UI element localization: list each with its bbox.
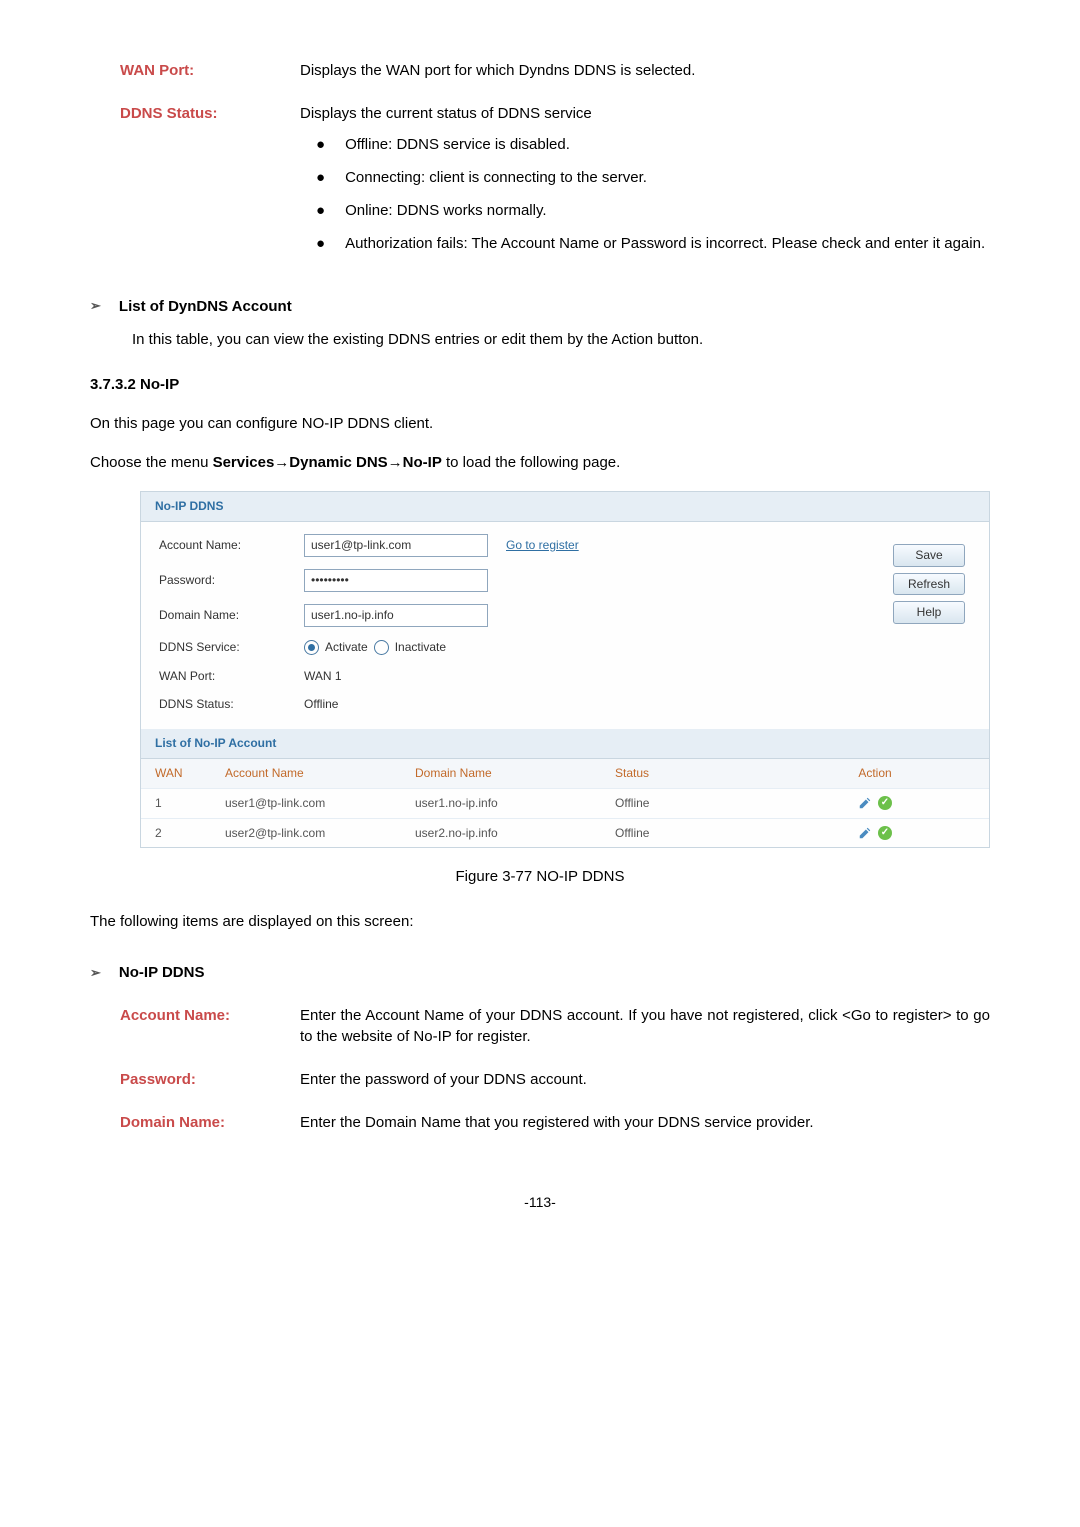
domain-name-field-label: Domain Name: <box>120 1112 300 1133</box>
account-name-input[interactable]: user1@tp-link.com <box>304 534 488 557</box>
cell-wan: 1 <box>155 795 225 812</box>
edit-icon[interactable] <box>858 796 872 810</box>
status-bullet-text: Online: DDNS works normally. <box>345 200 546 221</box>
arrow-icon: ➢ <box>90 964 101 982</box>
section-number: 3.7.3.2 No-IP <box>90 374 990 395</box>
th-account: Account Name <box>225 765 415 782</box>
wan-port-desc: Displays the WAN port for which Dyndns D… <box>300 60 990 81</box>
help-button[interactable]: Help <box>893 601 965 624</box>
bullet-icon: ● <box>316 134 325 155</box>
password-label: Password: <box>159 572 304 589</box>
activate-label: Activate <box>325 639 368 656</box>
panel-header-noip: No-IP DDNS <box>141 492 989 522</box>
list-dyndns-desc: In this table, you can view the existing… <box>132 329 990 350</box>
inactivate-radio[interactable] <box>374 640 389 655</box>
password-input[interactable]: ••••••••• <box>304 569 488 592</box>
th-status: Status <box>615 765 775 782</box>
domain-name-label: Domain Name: <box>159 607 304 624</box>
status-bullet-text: Connecting: client is connecting to the … <box>345 167 647 188</box>
go-to-register-link[interactable]: Go to register <box>506 537 579 554</box>
wan-port-value: WAN 1 <box>304 668 342 685</box>
cell-status: Offline <box>615 795 775 812</box>
status-bullet-text: Authorization fails: The Account Name or… <box>345 233 985 254</box>
inactivate-label: Inactivate <box>395 639 446 656</box>
domain-name-input[interactable]: user1.no-ip.info <box>304 604 488 627</box>
bullet-icon: ● <box>316 167 325 188</box>
domain-name-field-desc: Enter the Domain Name that you registere… <box>300 1112 990 1133</box>
ddns-status-value: Offline <box>304 696 338 713</box>
cell-account: user2@tp-link.com <box>225 825 415 842</box>
th-action: Action <box>775 765 975 782</box>
cell-status: Offline <box>615 825 775 842</box>
bullet-icon: ● <box>316 233 325 254</box>
noip-ddns-subheading: No-IP DDNS <box>119 962 205 983</box>
page-number: -113- <box>90 1193 990 1213</box>
th-domain: Domain Name <box>415 765 615 782</box>
list-dyndns-heading: List of DynDNS Account <box>119 296 292 317</box>
intro-text-2: Choose the menu Services→Dynamic DNS→No-… <box>90 452 990 473</box>
ddns-status-label: DDNS Status: <box>120 103 300 266</box>
arrow-icon: ➢ <box>90 297 101 315</box>
save-button[interactable]: Save <box>893 544 965 567</box>
check-icon[interactable]: ✓ <box>878 796 892 810</box>
ddns-service-label: DDNS Service: <box>159 639 304 656</box>
cell-domain: user2.no-ip.info <box>415 825 615 842</box>
table-row: 1 user1@tp-link.com user1.no-ip.info Off… <box>141 788 989 818</box>
status-bullet-text: Offline: DDNS service is disabled. <box>345 134 570 155</box>
ddns-status-desc: Displays the current status of DDNS serv… <box>300 103 990 124</box>
table-row: 2 user2@tp-link.com user2.no-ip.info Off… <box>141 818 989 848</box>
intro-text-1: On this page you can configure NO-IP DDN… <box>90 413 990 434</box>
cell-wan: 2 <box>155 825 225 842</box>
edit-icon[interactable] <box>858 826 872 840</box>
account-name-label: Account Name: <box>159 537 304 554</box>
noip-ddns-panel: No-IP DDNS Account Name: user1@tp-link.c… <box>140 491 990 848</box>
activate-radio[interactable] <box>304 640 319 655</box>
table-header-row: WAN Account Name Domain Name Status Acti… <box>141 759 989 788</box>
cell-domain: user1.no-ip.info <box>415 795 615 812</box>
displayed-intro: The following items are displayed on thi… <box>90 911 990 932</box>
cell-account: user1@tp-link.com <box>225 795 415 812</box>
ddns-status-list: ● Offline: DDNS service is disabled. ● Con… <box>300 134 990 254</box>
wan-port-label: WAN Port: <box>120 60 300 81</box>
check-icon[interactable]: ✓ <box>878 826 892 840</box>
refresh-button[interactable]: Refresh <box>893 573 965 596</box>
password-field-label: Password: <box>120 1069 300 1090</box>
bullet-icon: ● <box>316 200 325 221</box>
panel-header-list: List of No-IP Account <box>141 729 989 759</box>
wan-port-row-label: WAN Port: <box>159 668 304 685</box>
figure-caption: Figure 3-77 NO-IP DDNS <box>90 866 990 887</box>
th-wan: WAN <box>155 765 225 782</box>
password-field-desc: Enter the password of your DDNS account. <box>300 1069 990 1090</box>
account-name-field-label: Account Name: <box>120 1005 300 1047</box>
ddns-status-row-label: DDNS Status: <box>159 696 304 713</box>
account-name-field-desc: Enter the Account Name of your DDNS acco… <box>300 1005 990 1047</box>
